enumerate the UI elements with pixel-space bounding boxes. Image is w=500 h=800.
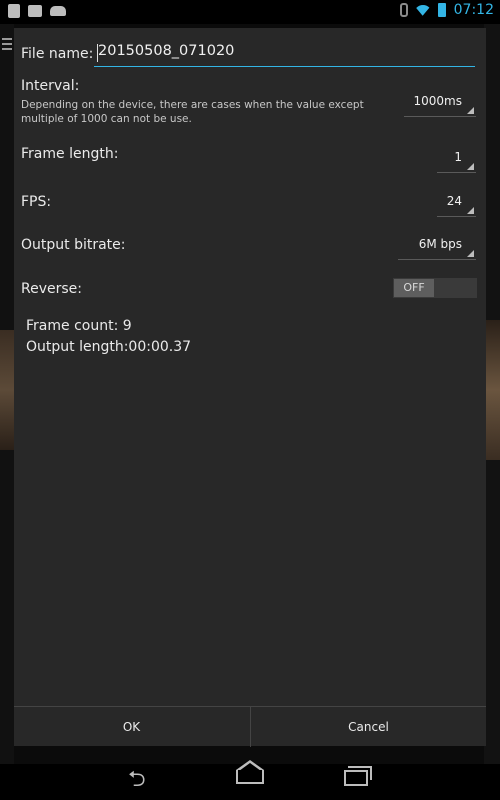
- android-notification-icon: [50, 6, 66, 16]
- ok-button[interactable]: OK: [14, 707, 249, 747]
- file-name-label: File name:: [21, 46, 94, 62]
- frame-length-label: Frame length:: [21, 146, 119, 162]
- frame-length-value: 1: [454, 150, 462, 164]
- file-name-value[interactable]: 20150508_071020: [98, 43, 234, 59]
- output-bitrate-value: 6M bps: [418, 237, 462, 251]
- export-settings-dialog: File name: 20150508_071020 Interval: Dep…: [14, 28, 486, 747]
- navigation-bar: ⮌: [0, 760, 500, 800]
- spinner-arrow-icon: [467, 163, 474, 170]
- interval-value: 1000ms: [413, 94, 462, 108]
- fps-spinner[interactable]: 24: [437, 192, 476, 217]
- fps-label: FPS:: [21, 194, 52, 210]
- battery-icon: [437, 3, 446, 17]
- interval-spinner[interactable]: 1000ms: [404, 92, 476, 117]
- frame-count-text: Frame count: 9: [26, 318, 132, 334]
- spinner-arrow-icon: [467, 107, 474, 114]
- back-icon[interactable]: ⮌: [128, 768, 146, 792]
- output-length-text: Output length:00:00.37: [26, 339, 192, 355]
- home-icon[interactable]: [236, 760, 264, 784]
- file-name-input[interactable]: 20150508_071020: [94, 42, 475, 67]
- status-bar: 07:12: [0, 0, 500, 24]
- spinner-arrow-icon: [467, 250, 474, 257]
- interval-label: Interval:: [21, 78, 80, 94]
- spinner-arrow-icon: [467, 207, 474, 214]
- wifi-icon: [414, 3, 432, 17]
- status-clock: 07:12: [453, 2, 494, 18]
- system-icons: 07:12: [399, 2, 494, 18]
- interval-hint: Depending on the device, there are cases…: [21, 99, 364, 125]
- reverse-label: Reverse:: [21, 281, 82, 297]
- phone-notification-icon: [8, 4, 20, 18]
- output-bitrate-label: Output bitrate:: [21, 237, 126, 253]
- notification-icons: [8, 4, 66, 18]
- cancel-button[interactable]: Cancel: [250, 707, 486, 747]
- background-photo-right: [484, 320, 500, 460]
- output-bitrate-spinner[interactable]: 6M bps: [398, 235, 476, 260]
- reverse-toggle-thumb[interactable]: OFF: [394, 279, 434, 297]
- background-photo-left: [0, 330, 14, 450]
- menu-icon: [2, 38, 12, 53]
- bluetooth-icon: [399, 3, 408, 17]
- fps-value: 24: [446, 194, 462, 208]
- reverse-toggle[interactable]: OFF: [393, 278, 477, 298]
- briefcase-notification-icon: [28, 5, 42, 17]
- recents-icon[interactable]: [344, 766, 372, 786]
- frame-length-spinner[interactable]: 1: [437, 148, 476, 173]
- dialog-button-bar: OK Cancel: [14, 706, 486, 747]
